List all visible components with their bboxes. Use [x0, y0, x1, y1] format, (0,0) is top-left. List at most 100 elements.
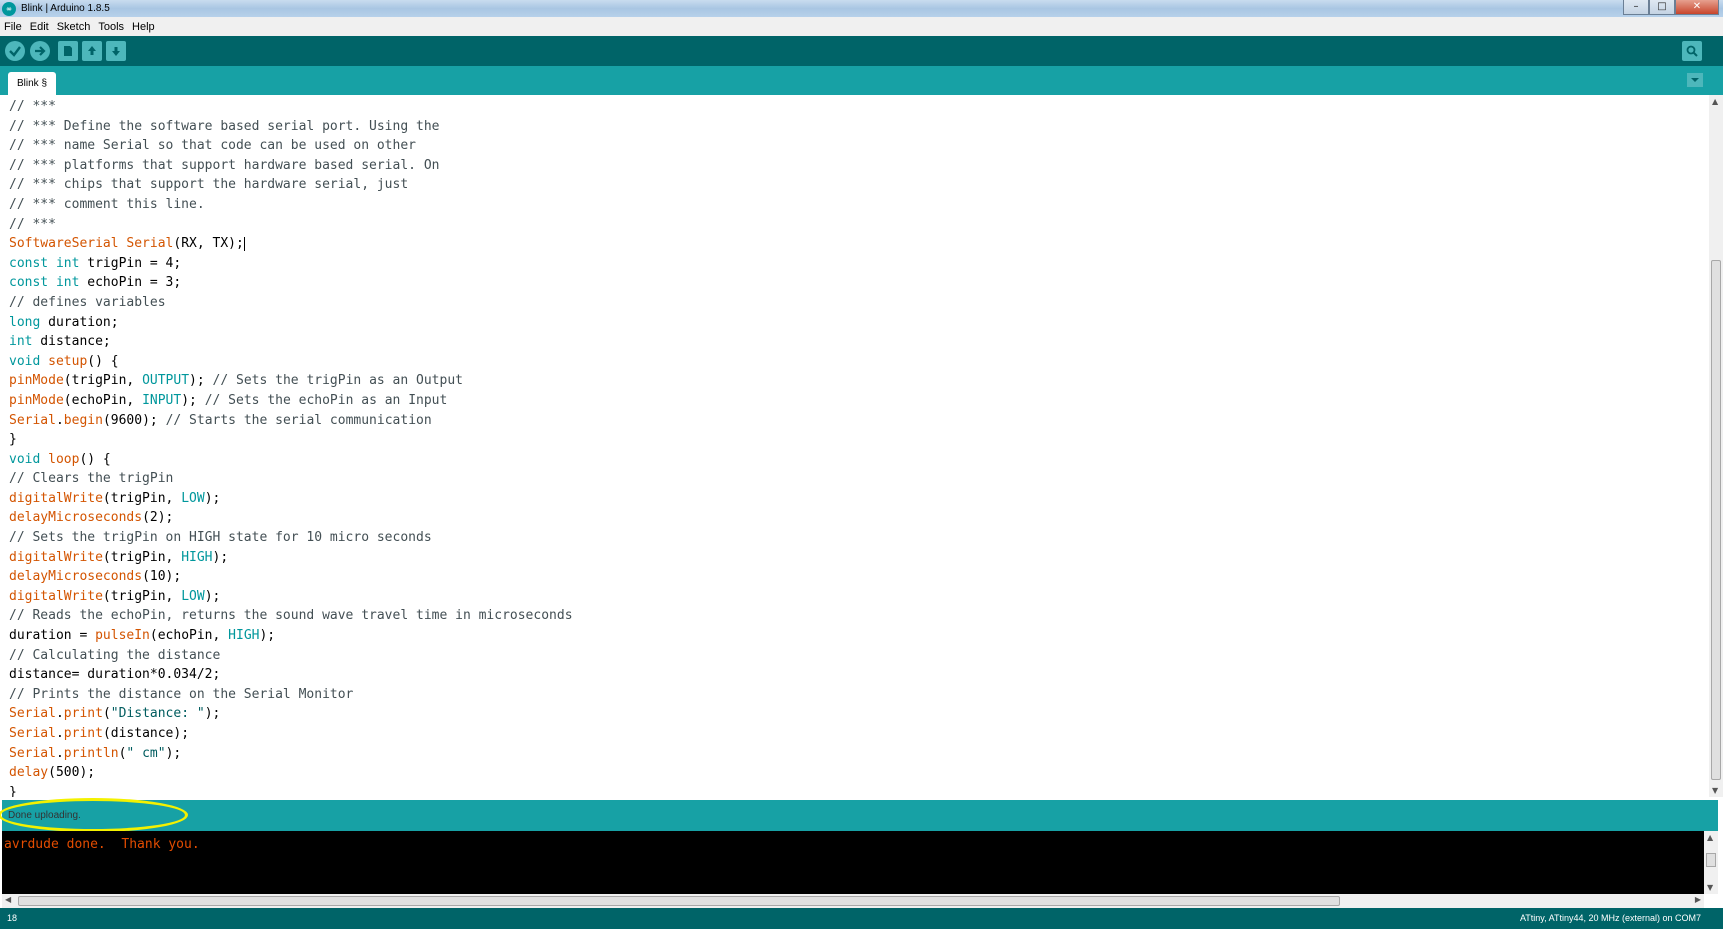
code-line: duration = pulseIn(echoPin, HIGH); — [9, 626, 573, 646]
code-token: . — [55, 726, 64, 741]
code-token: (9600); — [102, 412, 166, 428]
close-button[interactable]: ✕ — [1675, 0, 1719, 15]
code-line: Serial.print(distance); — [9, 724, 573, 744]
tab-blink[interactable]: Blink § — [8, 72, 57, 95]
scroll-down-icon[interactable]: ▼ — [1712, 786, 1718, 795]
code-token: (trigPin, — [63, 373, 143, 389]
verify-icon — [9, 46, 21, 57]
editor-vertical-scrollbar[interactable]: ▲ ▼ — [1709, 95, 1723, 797]
open-icon — [88, 46, 96, 55]
upload-button[interactable] — [30, 41, 50, 61]
code-line: Serial.println(" cm"); — [9, 744, 573, 764]
menu-sketch[interactable]: Sketch — [57, 21, 91, 33]
code-token: INPUT — [142, 392, 182, 408]
arduino-logo-icon: ∞ — [2, 1, 16, 16]
menu-file[interactable]: File — [4, 21, 22, 33]
scroll-left-icon[interactable]: ◀ — [5, 895, 11, 904]
console-scroll-up-icon[interactable]: ▲ — [1707, 833, 1713, 842]
console-horizontal-scrollbar[interactable]: ◀ ▶ — [2, 894, 1704, 908]
board-info: ATtiny, ATtiny44, 20 MHz (external) on C… — [1519, 913, 1701, 923]
verify-button[interactable] — [5, 41, 25, 61]
toolbar — [0, 36, 1723, 66]
code-token: ); — [181, 392, 205, 408]
title-bar: ∞ Blink | Arduino 1.8.5 – □ ✕ — [0, 0, 1723, 17]
code-line: void loop() { — [9, 450, 573, 470]
tab-menu-button[interactable] — [1687, 73, 1703, 87]
new-button[interactable] — [58, 41, 78, 61]
scroll-up-icon[interactable]: ▲ — [1712, 97, 1718, 106]
code-line: int distance; — [9, 332, 573, 352]
code-token: (trigPin, — [102, 588, 182, 604]
console-scroll-thumb[interactable] — [1706, 853, 1716, 867]
code-line: const int trigPin = 4; — [9, 254, 573, 274]
code-token: ); — [204, 490, 221, 506]
code-line: digitalWrite(trigPin, LOW); — [9, 587, 573, 607]
code-token: // Reads the echoPin, returns the sound … — [9, 608, 573, 624]
serial-monitor-button[interactable] — [1682, 41, 1702, 61]
code-token: "Distance: " — [110, 706, 205, 722]
code-token: OUTPUT — [142, 373, 190, 389]
code-line: SoftwareSerial Serial(RX, TX); — [9, 234, 573, 254]
code-token: . — [55, 412, 64, 428]
code-line: distance= duration*0.034/2; — [9, 665, 573, 685]
code-token: Serial — [9, 412, 56, 428]
save-button[interactable] — [106, 41, 126, 61]
line-number: 18 — [7, 913, 18, 923]
code-line: } — [9, 430, 573, 450]
code-line: // *** Define the software based serial … — [9, 117, 573, 137]
open-button[interactable] — [82, 41, 102, 61]
code-token: (echoPin, — [149, 628, 229, 644]
console-hscroll-thumb[interactable] — [18, 896, 1340, 906]
code-line: delayMicroseconds(10); — [9, 567, 573, 587]
editor-scroll-thumb[interactable] — [1711, 260, 1721, 780]
maximize-button[interactable]: □ — [1649, 0, 1675, 15]
scroll-right-icon[interactable]: ▶ — [1695, 895, 1701, 904]
console-vertical-scrollbar[interactable]: ▲ ▼ — [1704, 831, 1718, 894]
code-token: void — [9, 451, 41, 467]
code-token: const int — [9, 275, 80, 291]
code-token: HIGH — [228, 628, 260, 644]
code-token: // Starts the serial communication — [165, 412, 432, 428]
save-icon — [112, 47, 120, 56]
code-token: // *** — [9, 216, 56, 232]
code-token: pulseIn — [95, 628, 150, 644]
code-line: // Prints the distance on the Serial Mon… — [9, 685, 573, 705]
code-token: // Clears the trigPin — [9, 471, 174, 487]
code-token: ( — [102, 706, 111, 722]
menu-tools[interactable]: Tools — [98, 21, 124, 33]
code-token: // *** Define the software based serial … — [9, 118, 440, 134]
code-editor[interactable]: // *** // *** Define the software based s… — [0, 95, 1714, 797]
code-token: // *** — [9, 99, 56, 114]
code-line: const int echoPin = 3; — [9, 273, 573, 293]
code-token: HIGH — [181, 549, 213, 565]
code-token: setup — [48, 353, 88, 369]
minimize-button[interactable]: – — [1623, 0, 1649, 15]
code-token: // *** chips that support the hardware s… — [9, 177, 409, 193]
code-token: ); — [259, 628, 276, 644]
menu-edit[interactable]: Edit — [30, 21, 49, 33]
highlight-annotation — [0, 798, 188, 832]
code-token: SoftwareSerial Serial — [9, 236, 174, 252]
code-line: delayMicroseconds(2); — [9, 508, 573, 528]
code-token: . — [55, 745, 64, 761]
code-token: (RX, TX); — [173, 236, 244, 252]
code-token: ); — [189, 373, 213, 389]
code-token: digitalWrite — [9, 549, 103, 565]
menu-help[interactable]: Help — [132, 21, 155, 33]
code-token: delayMicroseconds — [9, 569, 143, 585]
code-token: digitalWrite — [9, 588, 103, 604]
code-token: // Sets the trigPin on HIGH state for 10… — [9, 530, 432, 546]
menu-bar: File Edit Sketch Tools Help — [0, 17, 1723, 36]
console-scroll-down-icon[interactable]: ▼ — [1707, 883, 1713, 892]
code-line: void setup() { — [9, 352, 573, 372]
upload-icon — [35, 46, 46, 56]
code-token: LOW — [181, 588, 205, 604]
code-line: // *** comment this line. — [9, 195, 573, 215]
code-token: Serial — [9, 745, 56, 761]
status-bar: Done uploading. — [0, 798, 1718, 832]
code-token: // *** platforms that support hardware b… — [9, 157, 440, 173]
code-token: trigPin = 4; — [79, 255, 182, 271]
code-token: duration; — [40, 314, 119, 330]
code-token: long — [9, 314, 41, 330]
